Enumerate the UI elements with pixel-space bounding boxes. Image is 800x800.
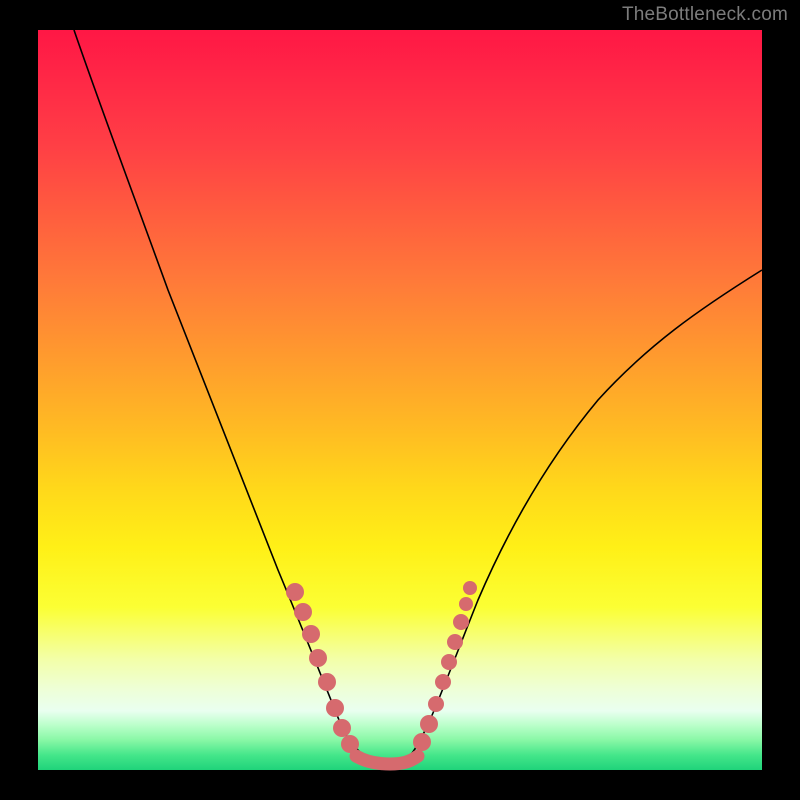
plot-area — [38, 30, 762, 770]
marker-dot — [294, 603, 312, 621]
marker-dot — [428, 696, 444, 712]
marker-dot — [333, 719, 351, 737]
bottleneck-curve — [74, 30, 762, 765]
marker-group — [286, 581, 477, 753]
marker-dot — [286, 583, 304, 601]
marker-dot — [318, 673, 336, 691]
marker-dot — [326, 699, 344, 717]
marker-dot — [435, 674, 451, 690]
marker-dot — [453, 614, 469, 630]
valley-highlight — [356, 756, 418, 764]
curve-svg — [38, 30, 762, 770]
chart-stage: TheBottleneck.com — [0, 0, 800, 800]
marker-dot — [420, 715, 438, 733]
marker-dot — [447, 634, 463, 650]
marker-dot — [341, 735, 359, 753]
marker-dot — [309, 649, 327, 667]
marker-dot — [459, 597, 473, 611]
marker-dot — [302, 625, 320, 643]
watermark-text: TheBottleneck.com — [622, 4, 788, 26]
marker-dot — [463, 581, 477, 595]
marker-dot — [413, 733, 431, 751]
marker-dot — [441, 654, 457, 670]
